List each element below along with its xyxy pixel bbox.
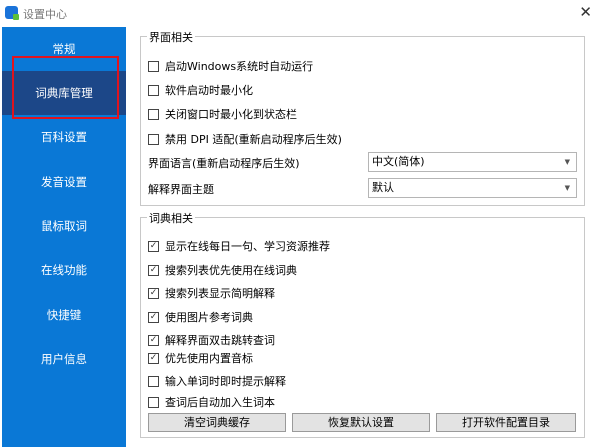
- brief-explanation-checkbox[interactable]: ✓ 搜索列表显示简明解释: [148, 285, 275, 301]
- theme-value: 默认: [372, 181, 394, 194]
- builtin-phonetic-checkbox[interactable]: ✓ 优先使用内置音标: [148, 350, 253, 366]
- sidebar-item-mouse-capture[interactable]: 鼠标取词: [2, 204, 126, 248]
- clear-cache-button[interactable]: 清空词典缓存: [148, 413, 286, 432]
- language-value: 中文(简体): [372, 155, 425, 168]
- ui-settings-group: 界面相关 启动Windows系统时自动运行 软件启动时最小化 关闭窗口时最小化到…: [140, 29, 585, 206]
- checkbox-icon: [148, 108, 159, 120]
- checkbox-checked-icon: ✓: [148, 334, 159, 346]
- language-select[interactable]: 中文(简体) ▼: [368, 152, 577, 172]
- instant-hint-checkbox[interactable]: 输入单词时即时提示解释: [148, 373, 286, 389]
- option-label: 启动Windows系统时自动运行: [165, 60, 314, 73]
- option-label: 软件启动时最小化: [165, 84, 253, 97]
- chevron-down-icon: ▼: [564, 184, 570, 192]
- minimize-to-tray-checkbox[interactable]: 关闭窗口时最小化到状态栏: [148, 106, 297, 122]
- option-label: 查词后自动加入生词本: [165, 396, 275, 409]
- checkbox-icon: [148, 133, 159, 145]
- option-label: 显示在线每日一句、学习资源推荐: [165, 240, 330, 253]
- sidebar-item-shortcuts[interactable]: 快捷键: [2, 293, 126, 337]
- sidebar-item-encyclopedia[interactable]: 百科设置: [2, 115, 126, 159]
- chevron-down-icon: ▼: [564, 158, 570, 166]
- start-minimized-checkbox[interactable]: 软件启动时最小化: [148, 82, 253, 98]
- app-logo-icon: [5, 6, 19, 20]
- checkbox-checked-icon: ✓: [148, 287, 159, 299]
- prefer-online-dict-checkbox[interactable]: ✓ 搜索列表优先使用在线词典: [148, 262, 297, 278]
- daily-sentence-checkbox[interactable]: ✓ 显示在线每日一句、学习资源推荐: [148, 238, 330, 254]
- checkbox-icon: [148, 60, 159, 72]
- group-title: 词典相关: [147, 210, 195, 226]
- checkbox-checked-icon: ✓: [148, 264, 159, 276]
- window-title: 设置中心: [23, 8, 67, 21]
- checkbox-checked-icon: ✓: [148, 352, 159, 364]
- sidebar-item-general[interactable]: 常规: [2, 27, 126, 71]
- option-label: 搜索列表显示简明解释: [165, 287, 275, 300]
- restore-defaults-button[interactable]: 恢复默认设置: [292, 413, 430, 432]
- title-bar: 设置中心 ✕: [0, 0, 600, 26]
- dictionary-settings-group: 词典相关 ✓ 显示在线每日一句、学习资源推荐 ✓ 搜索列表优先使用在线词典 ✓ 搜索列…: [140, 210, 585, 438]
- option-label: 优先使用内置音标: [165, 352, 253, 365]
- language-label: 界面语言(重新启动程序后生效): [148, 157, 300, 170]
- autostart-checkbox[interactable]: 启动Windows系统时自动运行: [148, 58, 313, 74]
- sidebar: 常规 词典库管理 百科设置 发音设置 鼠标取词 在线功能 快捷键 用户信息: [2, 27, 126, 447]
- checkbox-checked-icon: ✓: [148, 311, 159, 323]
- checkbox-icon: [148, 375, 159, 387]
- group-title: 界面相关: [147, 29, 195, 45]
- image-dict-checkbox[interactable]: ✓ 使用图片参考词典: [148, 309, 253, 325]
- option-label: 关闭窗口时最小化到状态栏: [165, 108, 297, 121]
- checkbox-icon: [148, 84, 159, 96]
- option-label: 禁用 DPI 适配(重新启动程序后生效): [165, 133, 342, 146]
- auto-add-wordbook-checkbox[interactable]: 查词后自动加入生词本: [148, 394, 275, 410]
- double-click-lookup-checkbox[interactable]: ✓ 解释界面双击跳转查词: [148, 332, 275, 348]
- theme-label: 解释界面主题: [148, 183, 214, 196]
- open-config-dir-button[interactable]: 打开软件配置目录: [436, 413, 576, 432]
- sidebar-item-pronunciation[interactable]: 发音设置: [2, 160, 126, 204]
- option-label: 使用图片参考词典: [165, 311, 253, 324]
- checkbox-icon: [148, 396, 159, 408]
- option-label: 输入单词时即时提示解释: [165, 375, 286, 388]
- close-button[interactable]: ✕: [579, 3, 592, 21]
- theme-select[interactable]: 默认 ▼: [368, 178, 577, 198]
- sidebar-item-user-info[interactable]: 用户信息: [2, 337, 126, 381]
- sidebar-item-dictionary-manager[interactable]: 词典库管理: [2, 71, 126, 115]
- option-label: 解释界面双击跳转查词: [165, 334, 275, 347]
- disable-dpi-checkbox[interactable]: 禁用 DPI 适配(重新启动程序后生效): [148, 131, 342, 147]
- sidebar-item-online[interactable]: 在线功能: [2, 248, 126, 292]
- checkbox-checked-icon: ✓: [148, 240, 159, 252]
- option-label: 搜索列表优先使用在线词典: [165, 264, 297, 277]
